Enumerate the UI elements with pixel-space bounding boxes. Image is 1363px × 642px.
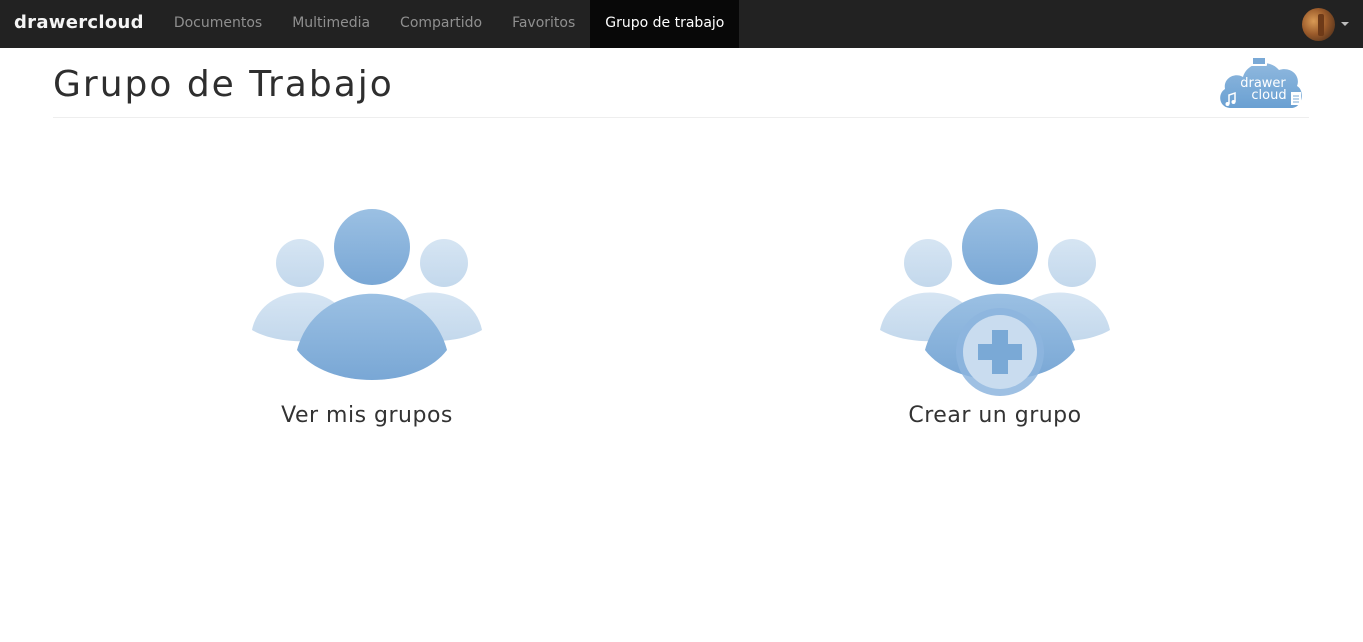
group-icon	[252, 209, 482, 380]
nav-item-grupo-de-trabajo[interactable]: Grupo de trabajo	[590, 0, 740, 48]
nav-item-favoritos[interactable]: Favoritos	[497, 0, 590, 48]
drawercloud-logo: drawer cloud	[1220, 56, 1302, 108]
nav-menu: Documentos Multimedia Compartido Favorit…	[159, 0, 740, 48]
caret-down-icon	[1341, 22, 1349, 26]
nav-item-documentos[interactable]: Documentos	[159, 0, 277, 48]
page-title: Grupo de Trabajo	[53, 64, 394, 105]
svg-text:cloud: cloud	[1251, 88, 1286, 103]
avatar[interactable]	[1302, 7, 1335, 41]
nav-item-multimedia[interactable]: Multimedia	[277, 0, 385, 48]
top-navbar: drawercloud Documentos Multimedia Compar…	[0, 0, 1363, 48]
view-groups-tile[interactable]: Ver mis grupos	[242, 205, 492, 435]
brand-link[interactable]: drawercloud	[0, 0, 159, 48]
nav-item-compartido[interactable]: Compartido	[385, 0, 497, 48]
view-groups-label[interactable]: Ver mis grupos	[281, 403, 453, 428]
create-group-tile[interactable]: Crear un grupo	[870, 205, 1120, 435]
create-group-label[interactable]: Crear un grupo	[908, 403, 1081, 428]
page-header: Grupo de Trabajo drawer cloud	[53, 48, 1309, 118]
group-add-icon	[880, 209, 1110, 396]
user-menu[interactable]	[1302, 7, 1349, 41]
